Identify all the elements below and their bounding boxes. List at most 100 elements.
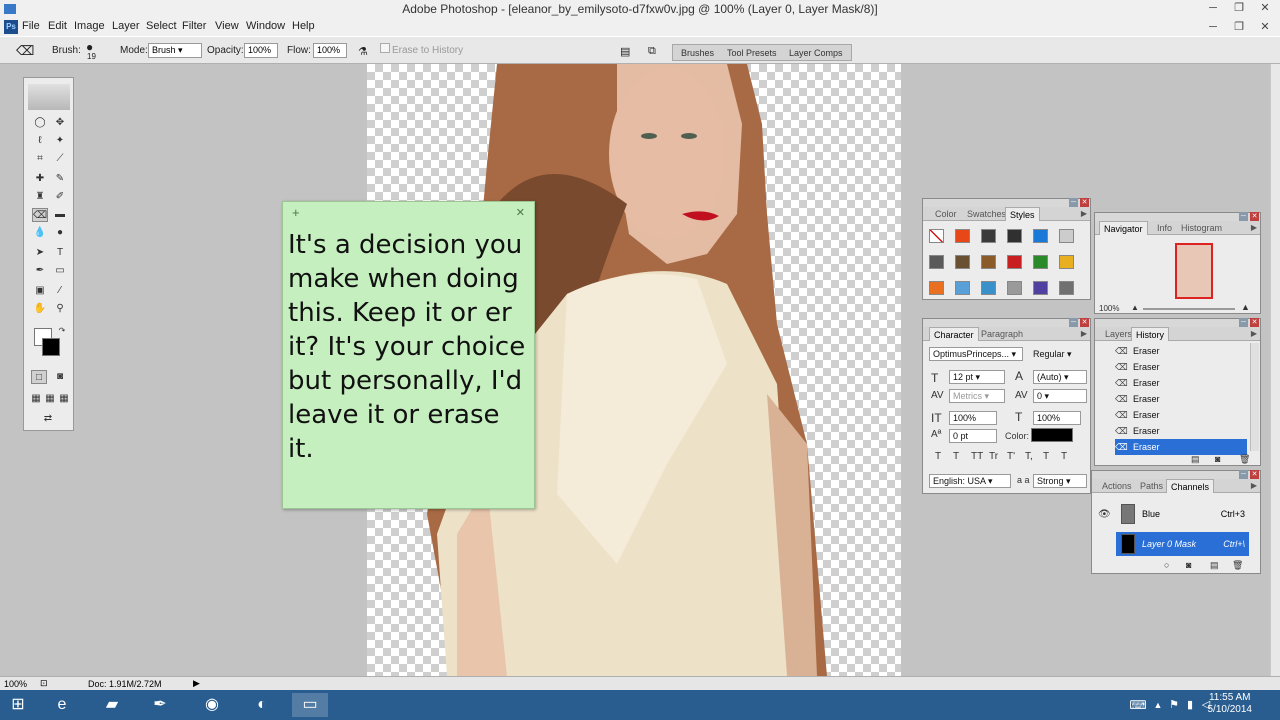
text-style-button[interactable]: T, [1025,451,1033,462]
panel-minimize-icon[interactable]: ─ [1069,198,1078,207]
style-swatch[interactable] [981,281,996,295]
antialias-select[interactable]: Strong ▾ [1033,474,1087,488]
shape-tool-icon[interactable]: ▭ [52,264,68,278]
zoom-slider[interactable] [1143,308,1235,310]
tab-layer-comps[interactable]: Layer Comps [789,48,843,58]
character-menu-icon[interactable]: ▶ [1081,329,1087,338]
pen-app-icon[interactable]: ✒ [142,693,178,717]
style-swatch[interactable] [955,255,970,269]
hand-tool-icon[interactable]: ✋ [32,302,48,316]
font-style-select[interactable]: Regular ▾ [1029,347,1087,361]
jump-to-imageready-icon[interactable]: ⇄ [40,412,56,426]
blur-tool-icon[interactable]: 💧 [32,226,48,240]
channel-row-blue[interactable]: Blue Ctrl+3 [1116,502,1249,526]
file-explorer-icon[interactable]: ▰ [94,693,130,717]
notes-tool-icon[interactable]: ▣ [32,284,48,298]
history-state-row[interactable]: ⌫ Eraser [1115,439,1247,455]
tab-swatches[interactable]: Swatches [963,207,1010,221]
zoom-out-icon[interactable]: ▲ [1131,303,1139,312]
doc-minimize-button[interactable]: ─ [1200,19,1226,35]
text-style-button[interactable]: T [935,451,941,462]
tab-history[interactable]: History [1131,327,1170,341]
obs-icon[interactable]: ◐ [244,693,280,717]
kerning-select[interactable]: Metrics ▾ [949,389,1005,403]
text-style-button[interactable]: Tr [989,451,998,462]
style-swatch[interactable] [929,229,944,243]
vertical-scale-input[interactable]: 100% [949,411,997,425]
menu-select[interactable]: Select [146,20,177,32]
character-minimize-icon[interactable]: ─ [1069,318,1078,327]
channel-row-layer-mask[interactable]: Layer 0 Mask Ctrl+\ [1116,532,1249,556]
style-swatch[interactable] [1059,281,1074,295]
language-select[interactable]: English: USA ▾ [929,474,1011,488]
history-state-row[interactable]: ⌫ Eraser [1115,375,1247,391]
photoshop-icon[interactable]: Ps [4,20,18,34]
style-swatch[interactable] [1033,255,1048,269]
magic-wand-tool-icon[interactable]: ✦ [52,134,68,148]
style-swatch[interactable] [1033,281,1048,295]
channels-minimize-icon[interactable]: ─ [1239,470,1248,479]
swap-colors-icon[interactable]: ↷ [54,324,70,338]
move-tool-icon[interactable]: ✥ [52,116,68,130]
pen-tool-icon[interactable]: ✒ [32,264,48,278]
brush-tool-icon[interactable]: ✎ [52,172,68,186]
gradient-tool-icon[interactable]: ▬ [52,208,68,222]
panel-menu-icon[interactable]: ▶ [1081,209,1087,218]
standard-mode-icon[interactable]: □ [31,370,47,384]
marquee-tool-icon[interactable]: ◯ [32,116,48,130]
history-close-icon[interactable]: ✕ [1250,318,1259,327]
navigator-menu-icon[interactable]: ▶ [1251,223,1257,232]
tab-character[interactable]: Character [929,327,979,341]
dodge-tool-icon[interactable]: ● [52,226,68,240]
foreground-color-swatch[interactable] [42,338,60,356]
minimize-button[interactable]: ─ [1200,0,1226,16]
internet-explorer-icon[interactable]: e [44,693,80,717]
text-style-button[interactable]: TT [971,451,983,462]
action-center-icon[interactable]: ⚑ [1166,693,1182,717]
load-channel-selection-icon[interactable]: ○ [1164,560,1169,570]
style-swatch[interactable] [981,255,996,269]
crop-tool-icon[interactable]: ⌗ [32,152,48,166]
text-color-swatch[interactable] [1031,428,1073,442]
save-selection-channel-icon[interactable]: ◙ [1186,560,1191,570]
palette-toggle-icon[interactable]: ⧉ [648,45,656,58]
status-info-icon[interactable]: ⊡ [40,678,48,689]
tray-arrow-icon[interactable]: ▲ [1150,693,1166,717]
lasso-tool-icon[interactable]: ℓ [32,134,48,148]
sticky-note[interactable]: + ✕ It's a decision you make when doing … [282,201,535,509]
menu-window[interactable]: Window [246,20,285,32]
new-snapshot-icon[interactable]: ◙ [1215,454,1220,464]
tab-color[interactable]: Color [931,207,961,221]
tab-channels[interactable]: Channels [1166,479,1215,493]
history-state-row[interactable]: ⌫ Eraser [1115,423,1247,439]
history-state-row[interactable]: ⌫ Eraser [1115,343,1247,359]
note-text[interactable]: It's a decision you make when doing this… [288,228,533,466]
character-close-icon[interactable]: ✕ [1080,318,1089,327]
history-scrollbar[interactable] [1250,343,1259,451]
history-menu-icon[interactable]: ▶ [1251,329,1257,338]
history-state-row[interactable]: ⌫ Eraser [1115,359,1247,375]
airbrush-icon[interactable]: ⚗ [358,45,368,58]
type-tool-icon[interactable]: T [52,246,68,260]
opacity-input[interactable]: 100% [244,43,278,58]
close-window-button[interactable]: ✕ [1252,0,1278,16]
text-style-button[interactable]: T [1061,451,1067,462]
tab-styles[interactable]: Styles [1005,207,1040,221]
zoom-tool-icon[interactable]: ⚲ [52,302,68,316]
new-channel-icon[interactable]: ▤ [1210,560,1219,571]
sticky-notes-taskbar-icon[interactable]: ▭ [292,693,328,717]
text-style-button[interactable]: T' [1007,451,1015,462]
delete-state-icon[interactable]: 🗑 [1239,454,1250,465]
chrome-icon[interactable]: ◉ [194,693,230,717]
vertical-scrollbar[interactable] [1270,64,1280,676]
menu-edit[interactable]: Edit [48,20,67,32]
menu-view[interactable]: View [215,20,239,32]
restore-button[interactable]: ❐ [1226,0,1252,16]
panel-close-icon[interactable]: ✕ [1080,198,1089,207]
flow-input[interactable]: 100% [313,43,347,58]
style-swatch[interactable] [955,229,970,243]
doc-restore-button[interactable]: ❐ [1226,19,1252,35]
eraser-tool-icon[interactable]: ⌫ [32,208,48,222]
clock[interactable]: 11:55 AM 5/10/2014 [1208,692,1253,716]
new-document-from-state-icon[interactable]: ▤ [1191,454,1200,465]
